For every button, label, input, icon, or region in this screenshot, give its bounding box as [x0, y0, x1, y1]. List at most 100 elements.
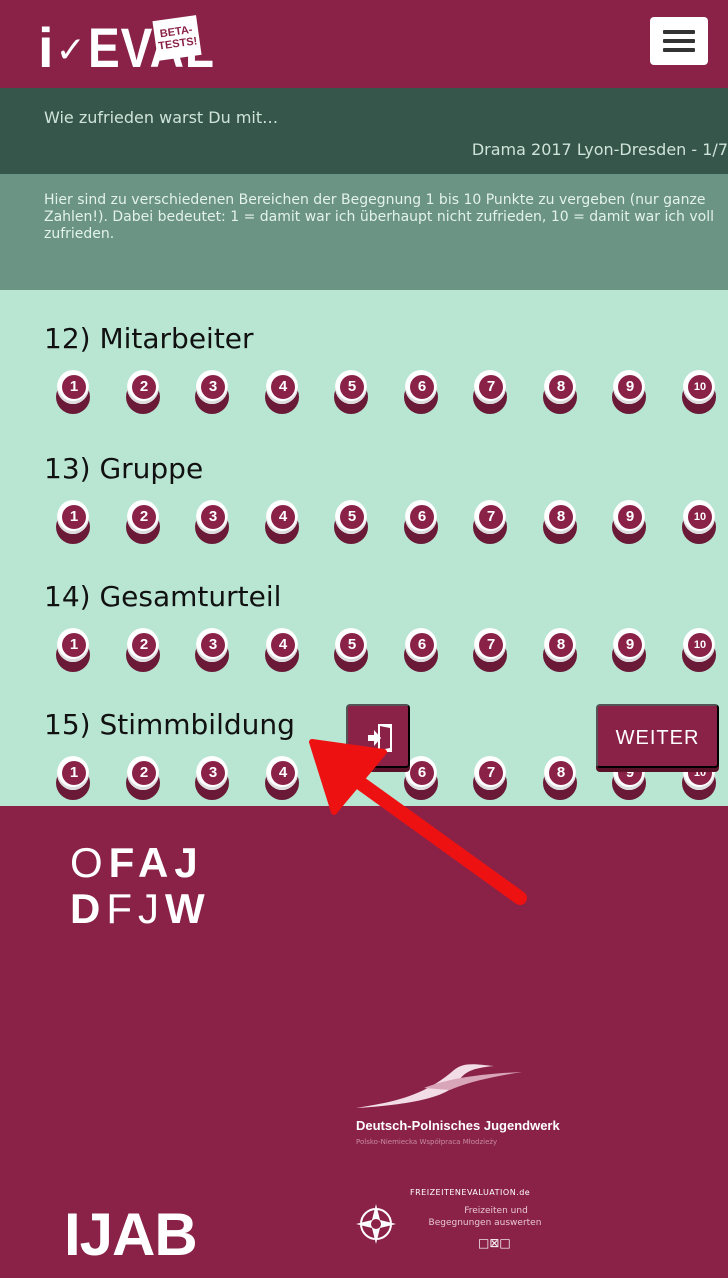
rating-option-label: 5: [340, 505, 364, 529]
rating-option-label: 6: [410, 761, 434, 785]
ofaj-dfjw-logo[interactable]: OFAJ DFJW: [70, 840, 211, 932]
rating-option-7[interactable]: 7: [473, 370, 507, 414]
rating-option-2[interactable]: 2: [126, 628, 160, 672]
rating-option-label: 10: [688, 375, 712, 399]
rating-option-4[interactable]: 4: [265, 756, 299, 800]
rating-option-7[interactable]: 7: [473, 756, 507, 800]
rating-option-label: 8: [549, 633, 573, 657]
beta-badge: BETA-TESTS!: [152, 15, 202, 61]
logo-i: i: [38, 16, 54, 79]
rating-option-label: 3: [201, 505, 225, 529]
instruction-text: Hier sind zu verschiedenen Bereichen der…: [44, 192, 714, 242]
rating-option-label: 9: [618, 505, 642, 529]
rating-option-3[interactable]: 3: [195, 370, 229, 414]
rating-option-label: 1: [62, 633, 86, 657]
rating-option-label: 8: [549, 375, 573, 399]
rating-option-label: 3: [201, 633, 225, 657]
rating-option-label: 6: [410, 375, 434, 399]
rating-option-label: 9: [618, 375, 642, 399]
exit-button[interactable]: [346, 704, 410, 768]
rating-option-10[interactable]: 10: [682, 500, 716, 544]
rating-option-1[interactable]: 1: [56, 500, 90, 544]
rating-option-label: 5: [340, 633, 364, 657]
rating-option-2[interactable]: 2: [126, 756, 160, 800]
rating-option-2[interactable]: 2: [126, 370, 160, 414]
rating-option-4[interactable]: 4: [265, 500, 299, 544]
rating-option-8[interactable]: 8: [543, 628, 577, 672]
rating-option-5[interactable]: 5: [334, 628, 368, 672]
rating-option-label: 1: [62, 505, 86, 529]
rating-option-8[interactable]: 8: [543, 370, 577, 414]
dpj-subtitle: Polsko-Niemiecka Współpraca Młodzieży: [356, 1138, 498, 1146]
question-title: 12) Mitarbeiter: [44, 322, 254, 355]
rating-option-2[interactable]: 2: [126, 500, 160, 544]
freizeitenevaluation-subtitle-1: Freizeiten und: [464, 1206, 528, 1216]
rating-option-label: 8: [549, 505, 573, 529]
rating-scale: 1 2 3 4 5 6 7 8 9 10: [56, 500, 716, 544]
rating-option-label: 4: [271, 761, 295, 785]
rating-option-10[interactable]: 10: [682, 370, 716, 414]
freizeitenevaluation-subtitle-2: Begegnungen auswerten: [428, 1218, 542, 1228]
rating-option-label: 2: [132, 375, 156, 399]
rating-option-9[interactable]: 9: [612, 500, 646, 544]
app-logo[interactable]: i ✓ EVAL: [38, 12, 237, 76]
rating-option-9[interactable]: 9: [612, 370, 646, 414]
compass-icon: [356, 1204, 396, 1244]
freizeitenevaluation-title[interactable]: FREIZEITENEVALUATION.de: [410, 1188, 530, 1197]
rating-option-8[interactable]: 8: [543, 500, 577, 544]
rating-option-1[interactable]: 1: [56, 370, 90, 414]
rating-option-label: 10: [688, 633, 712, 657]
rating-option-4[interactable]: 4: [265, 628, 299, 672]
rating-option-5[interactable]: 5: [334, 500, 368, 544]
rating-option-1[interactable]: 1: [56, 756, 90, 800]
rating-option-3[interactable]: 3: [195, 628, 229, 672]
rating-option-label: 5: [340, 375, 364, 399]
rating-option-label: 10: [688, 505, 712, 529]
hamburger-icon: [663, 30, 695, 34]
rating-option-10[interactable]: 10: [682, 628, 716, 672]
rating-option-label: 4: [271, 633, 295, 657]
hamburger-menu-button[interactable]: [650, 17, 708, 65]
exit-icon: [368, 724, 392, 752]
rating-option-6[interactable]: 6: [404, 500, 438, 544]
rating-option-label: 2: [132, 761, 156, 785]
logo-check: ✓: [55, 30, 86, 71]
rating-option-4[interactable]: 4: [265, 370, 299, 414]
rating-option-label: 1: [62, 375, 86, 399]
question-title: 15) Stimmbildung: [44, 708, 295, 741]
dpj-bird-logo-icon: [356, 1064, 522, 1108]
rating-option-label: 7: [479, 761, 503, 785]
instruction-panel: Hier sind zu verschiedenen Bereichen der…: [0, 174, 728, 290]
ijab-logo[interactable]: IJAB: [64, 1200, 198, 1270]
rating-option-9[interactable]: 9: [612, 628, 646, 672]
rating-option-3[interactable]: 3: [195, 500, 229, 544]
rating-option-7[interactable]: 7: [473, 628, 507, 672]
rating-option-label: 2: [132, 505, 156, 529]
rating-option-3[interactable]: 3: [195, 756, 229, 800]
question-title: 13) Gruppe: [44, 452, 204, 485]
rating-option-label: 7: [479, 633, 503, 657]
rating-option-label: 3: [201, 375, 225, 399]
rating-scale: 1 2 3 4 5 6 7 8 9 10: [56, 370, 716, 414]
rating-option-label: 7: [479, 505, 503, 529]
rating-option-6[interactable]: 6: [404, 370, 438, 414]
survey-subheader: Wie zufrieden warst Du mit… Drama 2017 L…: [0, 88, 728, 174]
rating-option-label: 1: [62, 761, 86, 785]
rating-option-label: 7: [479, 375, 503, 399]
rating-option-5[interactable]: 5: [334, 370, 368, 414]
dpj-name[interactable]: Deutsch-Polnisches Jugendwerk: [356, 1118, 560, 1133]
weiter-button[interactable]: WEITER: [596, 704, 719, 768]
question-title: 14) Gesamturteil: [44, 580, 282, 613]
rating-option-label: 4: [271, 375, 295, 399]
rating-option-6[interactable]: 6: [404, 628, 438, 672]
rating-option-label: 6: [410, 505, 434, 529]
freizeitenevaluation-icons: □⊠□: [478, 1236, 511, 1250]
rating-option-label: 9: [618, 633, 642, 657]
rating-option-label: 2: [132, 633, 156, 657]
rating-option-8[interactable]: 8: [543, 756, 577, 800]
rating-scale: 1 2 3 4 5 6 7 8 9 10: [56, 628, 716, 672]
rating-option-label: 8: [549, 761, 573, 785]
rating-option-7[interactable]: 7: [473, 500, 507, 544]
question-prompt: Wie zufrieden warst Du mit…: [44, 108, 279, 127]
rating-option-1[interactable]: 1: [56, 628, 90, 672]
